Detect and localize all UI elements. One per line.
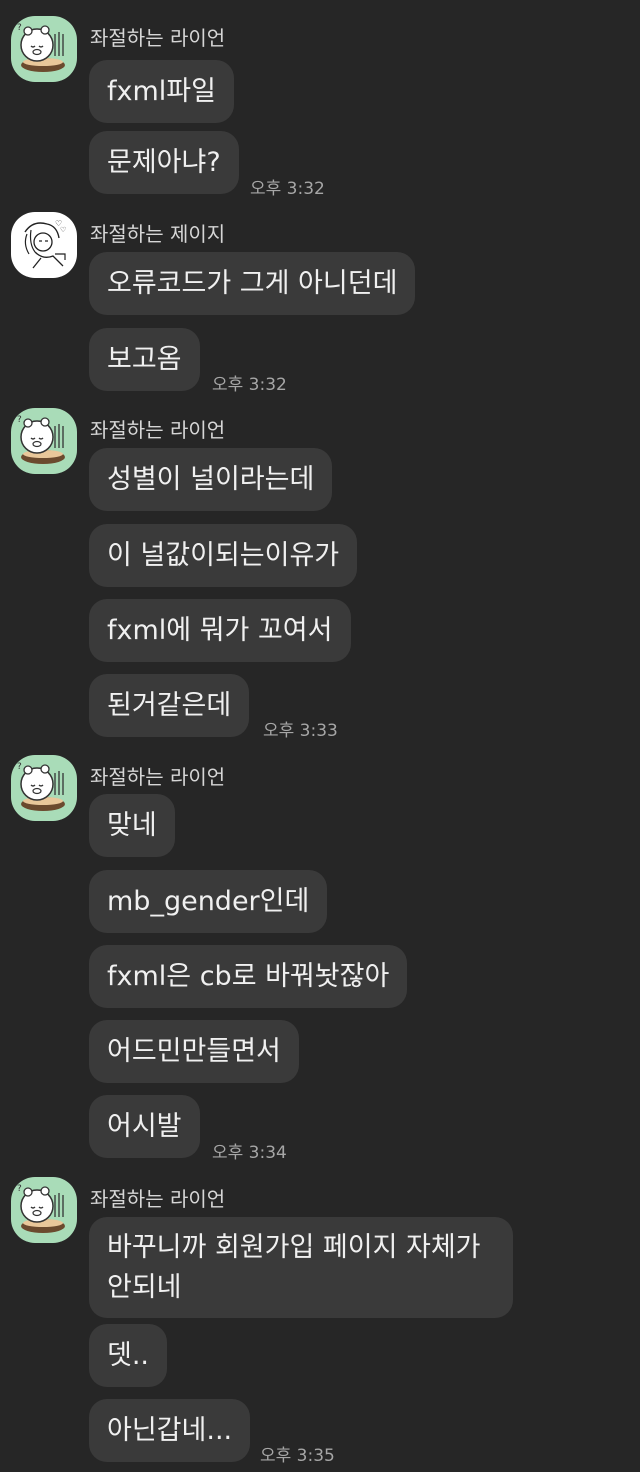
sender-name: 좌절하는 제이지 bbox=[90, 222, 226, 246]
sender-name: 좌절하는 라이언 bbox=[90, 418, 226, 442]
ryan-avatar[interactable]: ? bbox=[11, 1177, 77, 1243]
sender-name: 좌절하는 라이언 bbox=[90, 26, 226, 50]
ryan-avatar[interactable]: ? bbox=[11, 755, 77, 821]
message-bubble[interactable]: 오류코드가 그게 아니던데 bbox=[89, 252, 416, 315]
svg-text:?: ? bbox=[17, 1184, 22, 1194]
svg-text:♡: ♡ bbox=[60, 226, 66, 234]
message-bubble[interactable]: 보고옴 bbox=[89, 328, 200, 391]
svg-text:?: ? bbox=[17, 762, 22, 772]
ryan-avatar[interactable]: ? bbox=[11, 16, 77, 82]
ryan-avatar[interactable]: ? bbox=[11, 408, 77, 474]
message-bubble[interactable]: 어드민만들면서 bbox=[89, 1020, 299, 1083]
message-bubble[interactable]: mb_gender인데 bbox=[89, 870, 328, 933]
message-bubble[interactable]: fxml파일 bbox=[89, 60, 234, 123]
message-bubble[interactable]: 맞네 bbox=[89, 794, 175, 857]
message-bubble[interactable]: 바꾸니까 회원가입 페이지 자체가 안되네 bbox=[89, 1217, 513, 1318]
svg-text:?: ? bbox=[17, 415, 22, 425]
message-bubble[interactable]: 뎃.. bbox=[89, 1324, 168, 1387]
timestamp: 오후 3:35 bbox=[260, 1446, 335, 1466]
message-bubble[interactable]: 문제아냐? bbox=[89, 131, 239, 194]
sender-name: 좌절하는 라이언 bbox=[90, 765, 226, 789]
jayg-avatar[interactable]: ♡ ♡ bbox=[11, 212, 77, 278]
message-bubble[interactable]: 어시발 bbox=[89, 1095, 200, 1158]
timestamp: 오후 3:33 bbox=[263, 721, 338, 741]
timestamp: 오후 3:32 bbox=[250, 179, 325, 199]
sender-name: 좌절하는 라이언 bbox=[90, 1187, 226, 1211]
message-bubble[interactable]: fxml에 뭐가 꼬여서 bbox=[89, 599, 351, 662]
message-bubble[interactable]: 된거같은데 bbox=[89, 674, 250, 737]
svg-text:?: ? bbox=[17, 23, 22, 33]
message-bubble[interactable]: 성별이 널이라는데 bbox=[89, 448, 333, 511]
timestamp: 오후 3:32 bbox=[212, 375, 287, 395]
message-bubble[interactable]: 아닌갑네... bbox=[89, 1399, 251, 1462]
timestamp: 오후 3:34 bbox=[212, 1143, 287, 1163]
message-bubble[interactable]: fxml은 cb로 바꿔놧잖아 bbox=[89, 945, 408, 1008]
message-bubble[interactable]: 이 널값이되는이유가 bbox=[89, 524, 358, 587]
